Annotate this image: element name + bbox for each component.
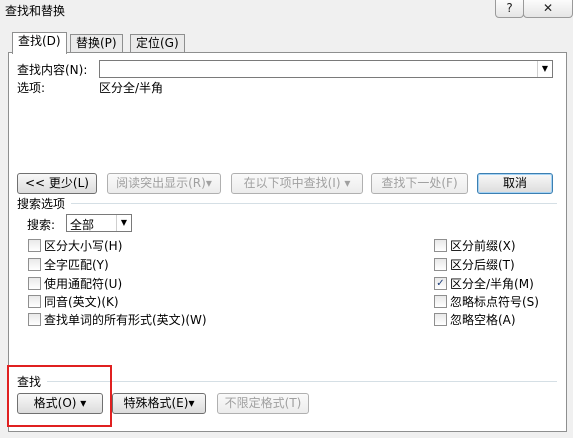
- checkbox[interactable]: [434, 239, 447, 252]
- checkbox[interactable]: [28, 295, 41, 308]
- divider: [47, 381, 557, 382]
- checkbox[interactable]: [28, 258, 41, 271]
- tab-goto[interactable]: 定位(G): [130, 34, 185, 53]
- close-button[interactable]: ✕: [523, 0, 573, 18]
- tab-find[interactable]: 查找(D): [12, 32, 67, 54]
- search-scope-select[interactable]: 全部 ▼: [66, 214, 132, 232]
- find-next-button[interactable]: 查找下一处(F): [371, 173, 468, 194]
- checkbox[interactable]: [434, 258, 447, 271]
- chevron-down-icon[interactable]: ▼: [537, 61, 552, 77]
- checkbox[interactable]: [28, 239, 41, 252]
- options-label: 选项:: [17, 81, 46, 95]
- cancel-button[interactable]: 取消: [477, 173, 553, 194]
- chevron-down-icon[interactable]: ▼: [116, 215, 131, 231]
- tab-replace[interactable]: 替换(P): [70, 34, 123, 53]
- search-options-label: 搜索选项: [17, 197, 66, 211]
- find-content-label: 查找内容(N):: [17, 63, 88, 77]
- find-content-combobox[interactable]: ▼: [99, 60, 553, 78]
- checkbox[interactable]: [28, 313, 41, 326]
- help-button[interactable]: ?: [495, 0, 524, 18]
- title-bar: 查找和替换 ? ✕: [0, 0, 573, 20]
- reading-highlight-button[interactable]: 阅读突出显示(R)▾: [107, 173, 221, 194]
- find-in-button[interactable]: 在以下项中查找(I) ▾: [231, 173, 363, 194]
- no-format-button[interactable]: 不限定格式(T): [217, 393, 309, 414]
- search-scope-value: 全部: [70, 218, 95, 232]
- highlight-box: [7, 365, 112, 427]
- checkbox[interactable]: [434, 313, 447, 326]
- special-format-button[interactable]: 特殊格式(E)▾: [112, 393, 206, 414]
- divider: [71, 203, 557, 204]
- less-button[interactable]: << 更少(L): [17, 173, 97, 194]
- search-scope-label: 搜索:: [27, 218, 56, 232]
- checkbox-checked[interactable]: ✓: [434, 277, 447, 290]
- checkbox[interactable]: [28, 277, 41, 290]
- dialog-title: 查找和替换: [5, 4, 66, 18]
- options-value: 区分全/半角: [99, 81, 164, 95]
- checkbox[interactable]: [434, 295, 447, 308]
